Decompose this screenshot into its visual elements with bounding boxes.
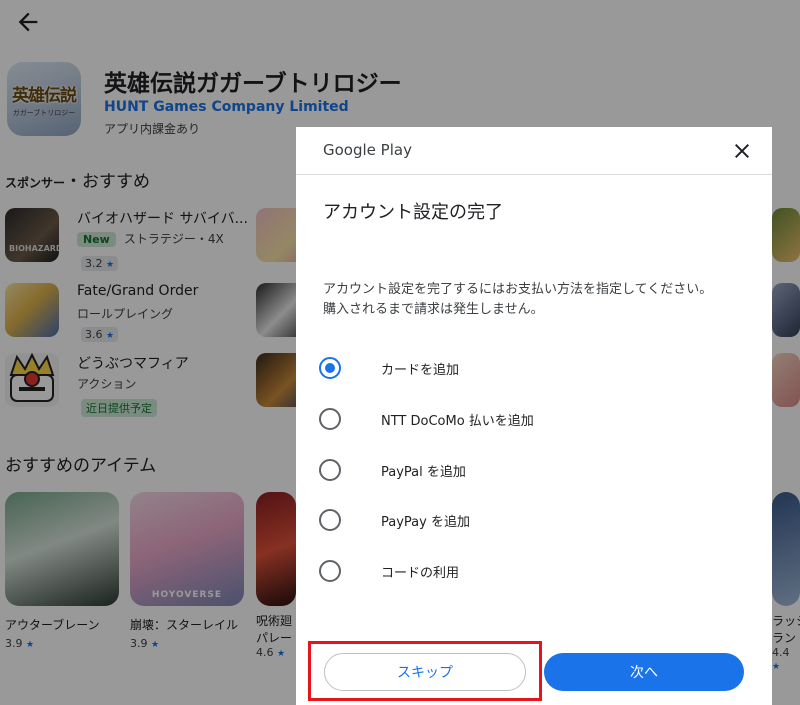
radio-button[interactable]	[319, 560, 341, 582]
radio-button-checked[interactable]	[319, 357, 341, 379]
description-line-2: 購入されるまで請求は発生しません。	[323, 302, 544, 317]
option-label: カードを追加	[381, 363, 460, 378]
option-redeem-code[interactable]: コードの利用	[319, 556, 749, 586]
option-add-card[interactable]: カードを追加	[319, 353, 749, 383]
option-add-docomo[interactable]: NTT DoCoMo 払いを追加	[319, 404, 749, 434]
radio-button[interactable]	[319, 459, 341, 481]
radio-button[interactable]	[319, 408, 341, 430]
option-label: コードの利用	[381, 566, 460, 581]
option-add-paypal[interactable]: PayPal を追加	[319, 455, 749, 485]
next-button[interactable]: 次へ	[544, 653, 744, 691]
account-setup-dialog: Google Play アカウント設定の完了 アカウント設定を完了するにはお支払…	[296, 127, 772, 705]
skip-button[interactable]: スキップ	[324, 653, 526, 691]
dialog-title: アカウント設定の完了	[323, 202, 503, 223]
option-label: NTT DoCoMo 払いを追加	[381, 414, 534, 429]
dialog-header: Google Play	[296, 127, 772, 175]
option-label: PayPay を追加	[381, 515, 470, 530]
google-play-brand: Google Play	[323, 141, 412, 159]
dialog-description: アカウント設定を完了するにはお支払い方法を指定してください。 購入されるまで請求…	[323, 280, 753, 320]
description-line-1: アカウント設定を完了するにはお支払い方法を指定してください。	[323, 282, 713, 297]
option-label: PayPal を追加	[381, 465, 466, 480]
option-add-paypay[interactable]: PayPay を追加	[319, 505, 749, 535]
close-icon[interactable]	[730, 139, 754, 163]
radio-button[interactable]	[319, 509, 341, 531]
